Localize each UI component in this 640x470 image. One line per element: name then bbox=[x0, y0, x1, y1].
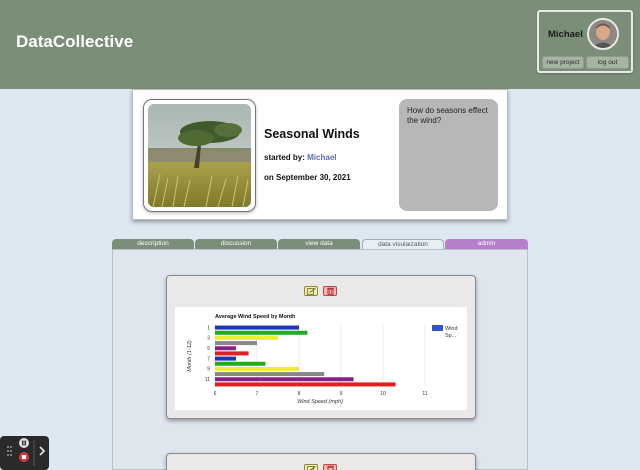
started-by-link[interactable]: Michael bbox=[307, 153, 336, 162]
project-photo bbox=[148, 104, 251, 207]
drag-handle-icon[interactable] bbox=[7, 446, 12, 456]
tab-data-visualization[interactable]: data visulaization bbox=[362, 239, 444, 249]
x-tick-label: 7 bbox=[256, 391, 259, 397]
wind-speed-chart: Average Wind Speed by Month 6 7 8 9 10 11 1 3 5 7 9… bbox=[175, 307, 467, 410]
research-question: How do seasons effect the wind? bbox=[399, 99, 498, 211]
chart-title: Average Wind Speed by Month bbox=[215, 314, 296, 320]
project-tabs: description discussion view data data vi… bbox=[112, 239, 528, 249]
chart-bar bbox=[215, 356, 236, 361]
tab-description[interactable]: description bbox=[112, 239, 194, 249]
avatar[interactable] bbox=[587, 18, 619, 50]
chart-bar bbox=[215, 346, 236, 351]
x-tick-label: 8 bbox=[298, 391, 301, 397]
user-name: Michael bbox=[548, 29, 583, 40]
legend-label: Wind bbox=[445, 326, 458, 332]
tab-admin[interactable]: admin bbox=[445, 239, 528, 249]
y-tick-label: 9 bbox=[207, 367, 210, 373]
edit-icon bbox=[306, 465, 316, 470]
project-date: on September 30, 2021 bbox=[264, 173, 351, 182]
bar-chart-svg: Average Wind Speed by Month6 7 8 9 10 1113579… bbox=[187, 314, 458, 405]
chart-bar bbox=[215, 366, 299, 371]
chart-bar bbox=[215, 372, 325, 377]
x-axis-label: Wind Speed (mph) bbox=[297, 399, 343, 405]
pause-icon[interactable] bbox=[19, 438, 29, 448]
project-photo-frame bbox=[143, 99, 256, 212]
tab-content-panel: Average Wind Speed by Month 6 7 8 9 10 11 1 3 5 7 9… bbox=[112, 249, 528, 470]
chart-bar bbox=[215, 335, 278, 340]
project-title: Seasonal Winds bbox=[264, 127, 360, 141]
new-project-button[interactable]: new project bbox=[542, 56, 584, 69]
project-card: Seasonal Winds started by: Michael on Se… bbox=[132, 89, 508, 220]
x-tick-label: 6 bbox=[214, 391, 217, 397]
chart-bar bbox=[215, 351, 249, 356]
y-tick-label: 3 bbox=[207, 336, 210, 342]
y-tick-label: 5 bbox=[207, 346, 210, 352]
recording-widget bbox=[0, 436, 49, 470]
y-axis-label: Month (1-12) bbox=[187, 340, 193, 372]
chart-bar bbox=[215, 325, 299, 330]
delete-button[interactable] bbox=[323, 464, 337, 470]
visualization-card-2 bbox=[166, 453, 476, 470]
trash-icon bbox=[326, 465, 334, 470]
delete-button[interactable] bbox=[323, 286, 337, 296]
chevron-right-icon[interactable] bbox=[39, 446, 46, 456]
started-by-label: started by: bbox=[264, 153, 305, 162]
x-tick-label: 11 bbox=[422, 391, 427, 397]
project-started-by: started by: Michael bbox=[264, 153, 336, 162]
edit-icon bbox=[306, 287, 316, 295]
top-navigation-bar: DataCollective Michael new project log o… bbox=[0, 0, 640, 89]
trash-icon bbox=[326, 287, 334, 295]
y-tick-label: 7 bbox=[207, 356, 210, 362]
legend-label: Sp... bbox=[445, 333, 457, 339]
x-tick-label: 10 bbox=[380, 391, 386, 397]
y-tick-label: 11 bbox=[205, 377, 210, 383]
x-tick-label: 9 bbox=[340, 391, 343, 397]
chart-bar bbox=[215, 341, 257, 346]
visualization-card: Average Wind Speed by Month 6 7 8 9 10 11 1 3 5 7 9… bbox=[166, 275, 476, 419]
edit-button[interactable] bbox=[304, 464, 318, 470]
chart-bar bbox=[215, 382, 396, 387]
chart-bar bbox=[215, 377, 354, 382]
logout-button[interactable]: log out bbox=[586, 56, 629, 69]
y-tick-label: 1 bbox=[207, 325, 210, 331]
chart-bar bbox=[215, 361, 266, 366]
chart-bar bbox=[215, 330, 308, 335]
legend-swatch bbox=[432, 325, 443, 331]
edit-button[interactable] bbox=[304, 286, 318, 296]
tab-discussion[interactable]: discussion bbox=[195, 239, 277, 249]
user-card: Michael new project log out bbox=[537, 10, 633, 73]
stop-icon[interactable] bbox=[19, 452, 29, 462]
brand-logo-text[interactable]: DataCollective bbox=[16, 32, 133, 52]
tab-view-data[interactable]: view data bbox=[278, 239, 360, 249]
